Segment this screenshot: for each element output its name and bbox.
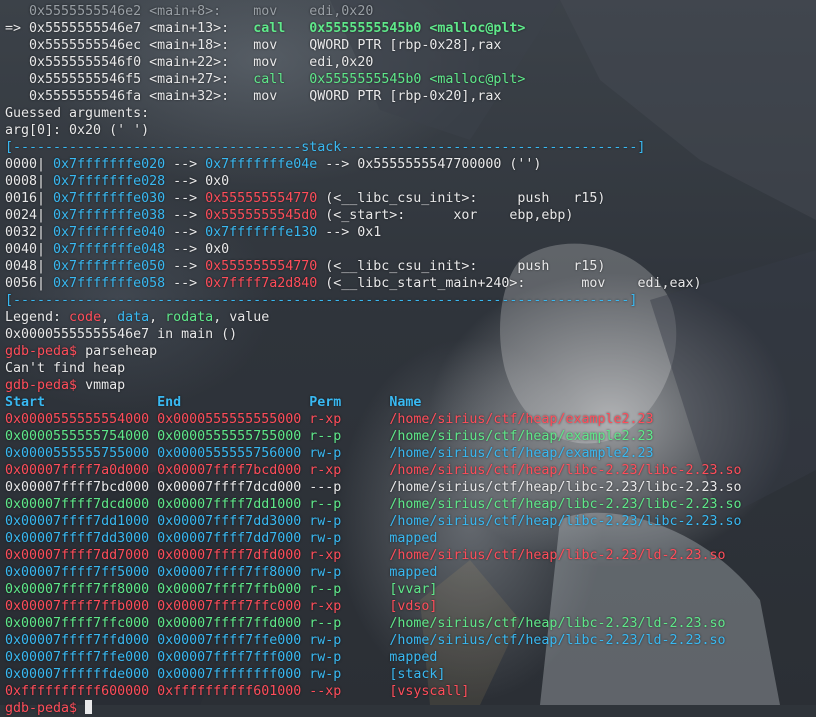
vmmap-row: 0x00007ffff7dd1000 0x00007ffff7dd3000 rw… — [5, 514, 742, 529]
vmmap-row: 0x00007ffff7dd7000 0x00007ffff7dfd000 r-… — [5, 548, 726, 563]
disasm-line: 0x5555555546e2 <main+8>: mov edi,0x20 — [29, 4, 374, 19]
stack-row: 0024| 0x7fffffffe038 --> 0x5555555545d0 … — [5, 208, 574, 223]
disasm-line: 0x5555555546fa <main+32>: mov QWORD PTR … — [29, 89, 502, 104]
vmmap-row: 0x0000555555755000 0x0000555555756000 rw… — [5, 446, 654, 461]
stack-row: 0032| 0x7fffffffe040 --> 0x7fffffffe130 … — [5, 225, 382, 240]
vmmap-row: 0x00007ffff7ffc000 0x00007ffff7ffd000 r-… — [5, 616, 726, 631]
command-line: gdb-peda$ vmmap — [5, 378, 126, 393]
input-line[interactable]: gdb-peda$ — [5, 700, 816, 717]
gdb-prompt: gdb-peda$ — [5, 701, 86, 716]
vmmap-row: 0x00007ffff7bcd000 0x00007ffff7dcd000 --… — [5, 480, 742, 495]
stack-section-header: [------------------------------------sta… — [5, 140, 646, 155]
vmmap-row: 0x00007ffff7dcd000 0x00007ffff7dd1000 r-… — [5, 497, 742, 512]
stack-row: 0008| 0x7fffffffe028 --> 0x0 — [5, 174, 230, 189]
vmmap-row: 0x00007ffff7dd3000 0x00007ffff7dd7000 rw… — [5, 531, 438, 546]
stack-row: 0048| 0x7fffffffe050 --> 0x555555554770 … — [5, 259, 606, 274]
stack-row: 0016| 0x7fffffffe030 --> 0x555555554770 … — [5, 191, 606, 206]
vmmap-row: 0x00007ffff7ffe000 0x00007ffff7fff000 rw… — [5, 650, 438, 665]
gdb-prompt: gdb-peda$ — [5, 378, 86, 393]
stack-row: 0040| 0x7fffffffe048 --> 0x0 — [5, 242, 230, 257]
disasm-line-current: => 0x5555555546e7 <main+13>: call 0x5555… — [5, 21, 526, 36]
vmmap-row: 0x00007ffff7ff8000 0x00007ffff7ffb000 r-… — [5, 582, 438, 597]
vmmap-row: 0x0000555555754000 0x0000555555755000 r-… — [5, 429, 654, 444]
guessed-arguments-title: Guessed arguments: — [5, 106, 150, 121]
vmmap-header: Start End Perm Name — [5, 395, 422, 410]
disasm-line: 0x5555555546f5 <main+27>: call 0x5555555… — [29, 72, 526, 87]
text-cursor — [85, 700, 93, 714]
stack-row: 0000| 0x7fffffffe020 --> 0x7fffffffe04e … — [5, 157, 542, 172]
disasm-line: 0x5555555546f0 <main+22>: mov edi,0x20 — [29, 55, 374, 70]
vmmap-row: 0x00007ffff7a0d000 0x00007ffff7bcd000 r-… — [5, 463, 742, 478]
stack-section-footer: [---------------------------------------… — [5, 293, 638, 308]
vmmap-row: 0x0000555555554000 0x0000555555555000 r-… — [5, 412, 654, 427]
vmmap-row: 0x00007ffff7ffb000 0x00007ffff7ffc000 r-… — [5, 599, 438, 614]
guessed-argument: arg[0]: 0x20 (' ') — [5, 123, 150, 138]
stack-row: 0056| 0x7fffffffe058 --> 0x7ffff7a2d840 … — [5, 276, 702, 291]
legend-line: Legend: code, data, rodata, value — [5, 310, 270, 325]
location-line: 0x00005555555546e7 in main () — [5, 327, 238, 342]
gdb-prompt: gdb-peda$ — [5, 344, 86, 359]
vmmap-row: 0x00007ffff7ffd000 0x00007ffff7ffe000 rw… — [5, 633, 726, 648]
vmmap-row: 0xffffffffff600000 0xffffffffff601000 --… — [5, 684, 470, 699]
vmmap-row: 0x00007ffffffde000 0x00007ffffffff000 rw… — [5, 667, 446, 682]
disasm-line: 0x5555555546ec <main+18>: mov QWORD PTR … — [29, 38, 502, 53]
output-line: Can't find heap — [5, 361, 126, 376]
vmmap-row: 0x00007ffff7ff5000 0x00007ffff7ff8000 rw… — [5, 565, 438, 580]
command-line: gdb-peda$ parseheap — [5, 344, 158, 359]
gdb-terminal[interactable]: 0x5555555546e2 <main+8>: mov edi,0x20 =>… — [5, 3, 816, 716]
